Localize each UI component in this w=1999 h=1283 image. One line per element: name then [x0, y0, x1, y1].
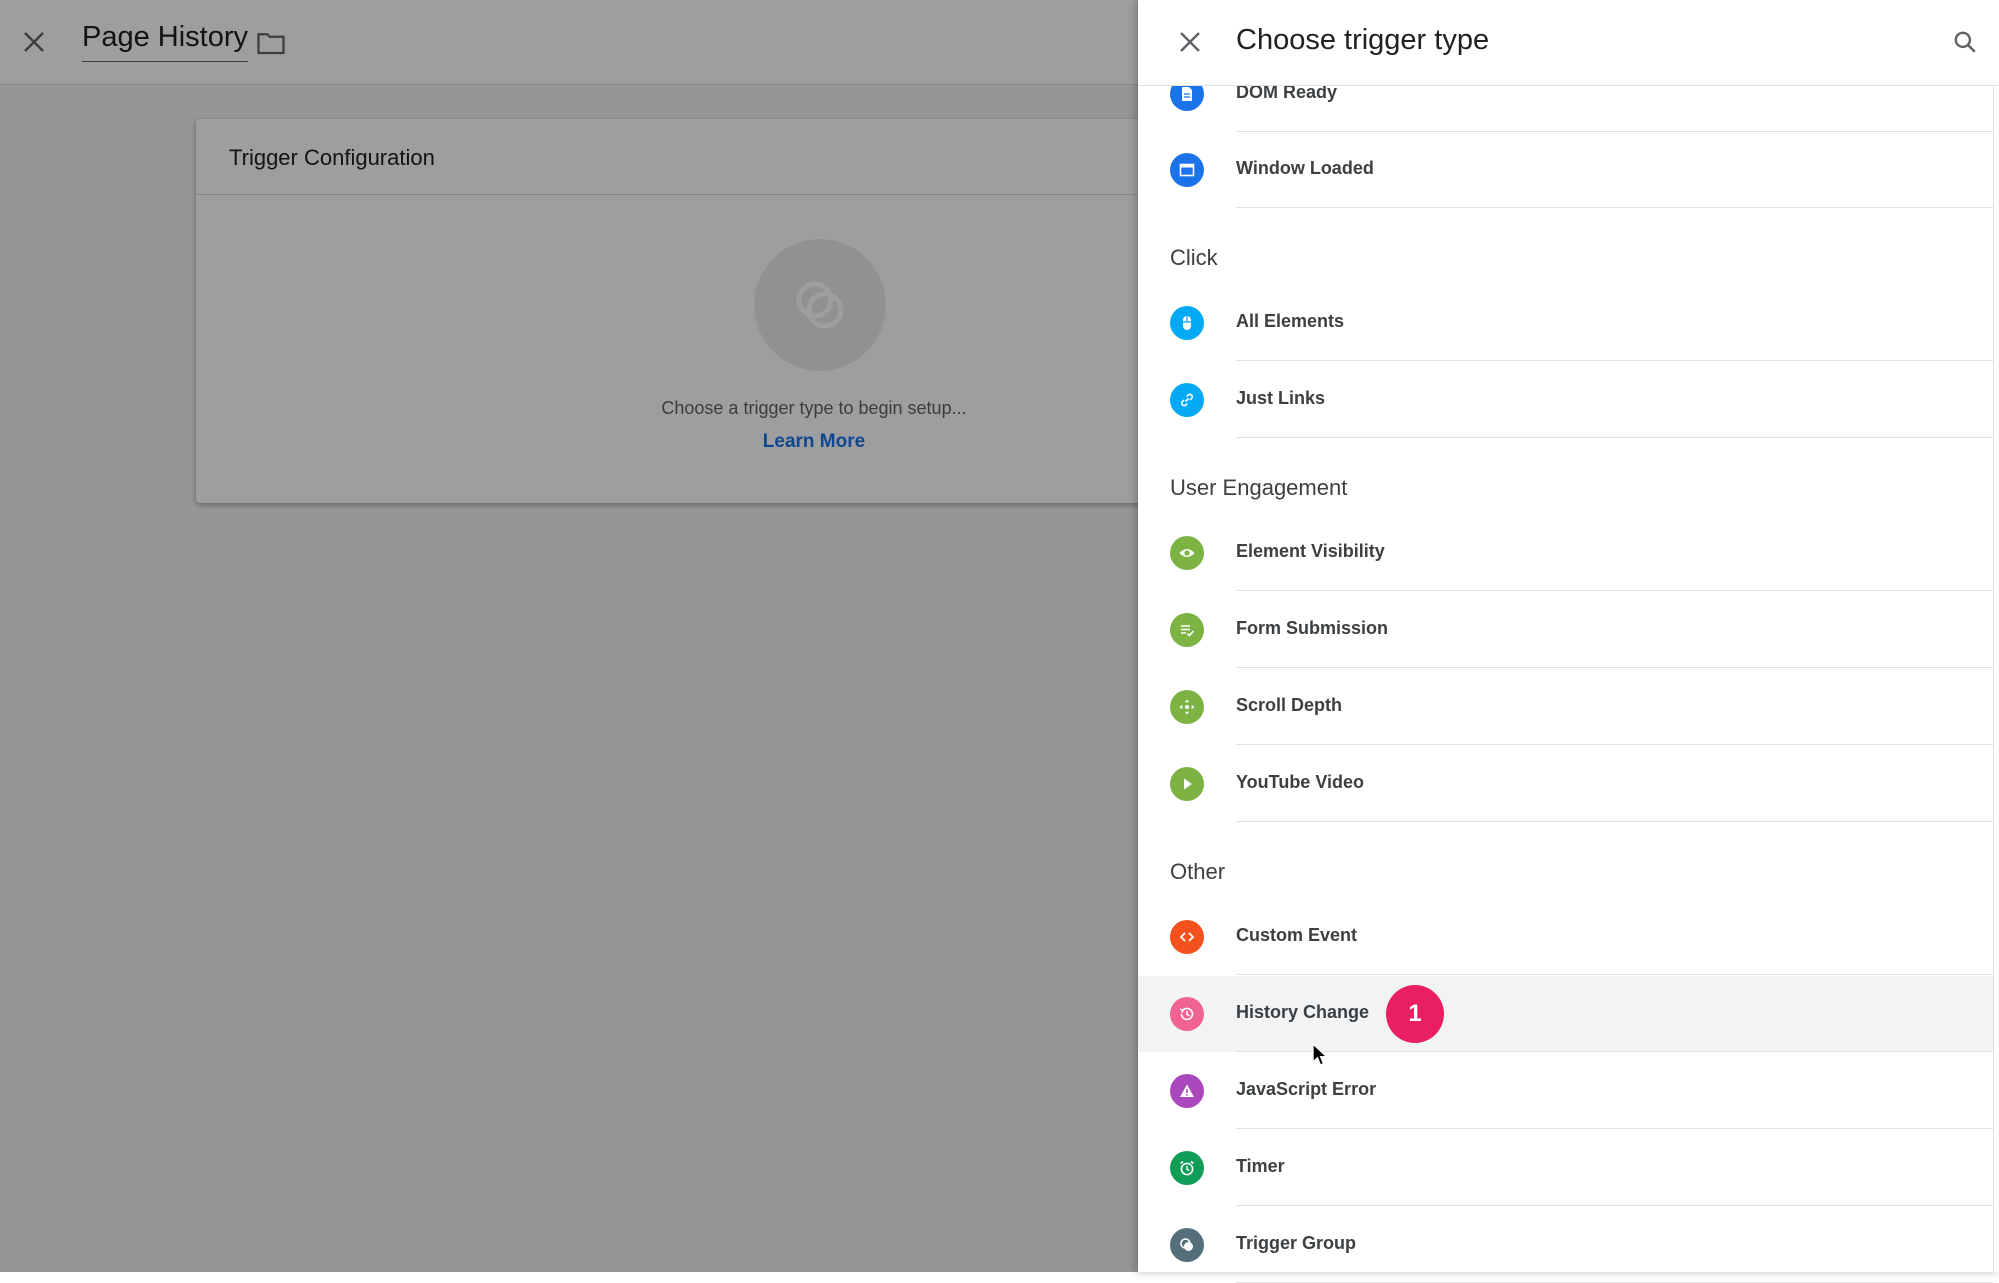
section-header-other: Other: [1170, 859, 1226, 884]
step-number-badge: 1: [1386, 985, 1444, 1043]
divider: [1236, 1051, 1993, 1052]
divider: [1236, 667, 1993, 668]
close-icon: [1180, 32, 1200, 52]
trigger-type-javascript-error[interactable]: JavaScript Error: [1138, 1053, 1993, 1129]
trigger-type-just-links[interactable]: Just Links: [1138, 362, 1993, 438]
trigger-type-all-elements[interactable]: All Elements: [1138, 285, 1993, 361]
window-icon: [1170, 153, 1204, 187]
item-label: Just Links: [1236, 388, 1326, 408]
mouse-icon: [1170, 306, 1204, 340]
item-label: Element Visibility: [1236, 541, 1385, 561]
item-label: Scroll Depth: [1236, 695, 1343, 715]
mouse-cursor-icon: [1312, 1043, 1329, 1066]
section-header-user-engagement: User Engagement: [1170, 475, 1348, 500]
item-label: Trigger Group: [1236, 1233, 1357, 1253]
trigger-type-form-submission[interactable]: Form Submission: [1138, 592, 1993, 668]
item-label: Custom Event: [1236, 925, 1358, 945]
trigger-type-scroll-depth[interactable]: Scroll Depth: [1138, 669, 1993, 745]
item-label: Window Loaded: [1236, 158, 1374, 178]
item-label: JavaScript Error: [1236, 1079, 1377, 1099]
divider: [1236, 1128, 1993, 1129]
trigger-type-list: DOM Ready Window Loaded Click All Elemen…: [1138, 0, 1999, 1283]
trigger-type-element-visibility[interactable]: Element Visibility: [1138, 515, 1993, 591]
choose-trigger-panel: Choose trigger type DOM Ready Window Loa…: [1138, 0, 1999, 1283]
scroll-arrows-icon: [1170, 690, 1204, 724]
divider: [1236, 207, 1993, 208]
divider: [1236, 590, 1993, 591]
item-label: Form Submission: [1236, 618, 1389, 638]
section-header-click: Click: [1170, 245, 1218, 270]
panel-title: Choose trigger type: [1236, 24, 1490, 56]
alarm-icon: [1170, 1151, 1204, 1185]
trigger-type-timer[interactable]: Timer: [1138, 1130, 1993, 1206]
divider: [1236, 744, 1993, 745]
divider: [1236, 360, 1993, 361]
divider: [1236, 821, 1993, 822]
panel-close-button[interactable]: [1170, 22, 1210, 62]
item-label: YouTube Video: [1236, 772, 1365, 792]
item-label: History Change: [1236, 1002, 1370, 1022]
code-icon: [1170, 920, 1204, 954]
eye-icon: [1170, 536, 1204, 570]
search-button[interactable]: [1945, 22, 1985, 62]
divider: [1236, 1205, 1993, 1206]
panel-header: Choose trigger type: [1138, 0, 1999, 86]
trigger-type-history-change[interactable]: History Change: [1138, 976, 1993, 1052]
link-icon: [1170, 383, 1204, 417]
trigger-group-icon: [1170, 1228, 1204, 1262]
trigger-type-custom-event[interactable]: Custom Event: [1138, 899, 1993, 975]
play-icon: [1170, 767, 1204, 801]
item-label: All Elements: [1236, 311, 1345, 331]
search-icon: [1954, 31, 1976, 53]
scrollbar-track[interactable]: [1993, 86, 1994, 1272]
trigger-type-youtube-video[interactable]: YouTube Video: [1138, 746, 1993, 822]
warning-icon: [1170, 1074, 1204, 1108]
form-check-icon: [1170, 613, 1204, 647]
divider: [1236, 974, 1993, 975]
trigger-type-window-loaded[interactable]: Window Loaded: [1138, 132, 1993, 208]
history-icon: [1170, 997, 1204, 1031]
divider: [1236, 437, 1993, 438]
item-label: Timer: [1236, 1156, 1285, 1176]
